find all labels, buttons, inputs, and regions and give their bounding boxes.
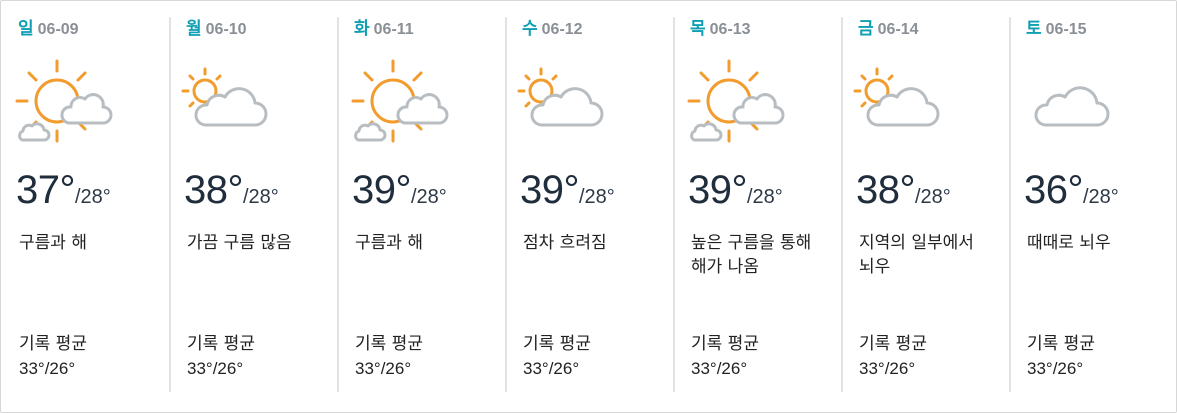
day-date: 06-15 (1045, 21, 1087, 38)
day-header: 목 06-13 (690, 17, 751, 41)
forecast-day-sat[interactable]: 토 06-15 36°/28° 때때로 뇌우 기록 평균 33°/26° (1009, 1, 1176, 412)
forecast-day-thu[interactable]: 목 06-13 39°/28° 높은 구름을 통해 해가 나옴 기록 평균 33… (673, 1, 841, 412)
day-date: 06-14 (877, 21, 919, 38)
temperature: 36°/28° (1024, 167, 1119, 213)
temperature: 38°/28° (184, 167, 279, 213)
day-date: 06-12 (541, 21, 583, 38)
record-average-label: 기록 평균 (691, 334, 759, 354)
low-temp: /28° (579, 186, 615, 208)
high-temp: 37° (16, 168, 76, 212)
day-divider (169, 17, 171, 392)
day-date: 06-10 (205, 21, 247, 38)
weather-description: 구름과 해 (355, 233, 423, 253)
temperature: 39°/28° (688, 167, 783, 213)
weather-description: 지역의 일부에서 뇌우 (859, 233, 974, 277)
day-of-week: 월 (186, 19, 202, 39)
cloud-icon (1021, 57, 1121, 151)
day-date: 06-09 (37, 21, 79, 38)
temperature: 38°/28° (856, 167, 951, 213)
record-average-label: 기록 평균 (523, 334, 591, 354)
high-temp: 36° (1024, 168, 1084, 212)
forecast-day-wed[interactable]: 수 06-12 39°/28° 점차 흐려짐 기록 평균 33°/26° (505, 1, 673, 412)
high-temp: 39° (352, 168, 412, 212)
high-temp: 38° (856, 168, 916, 212)
sun-cloud-icon (685, 57, 785, 151)
forecast-day-tue[interactable]: 화 06-11 39°/28° 구름과 해 기록 평균 33°/26° (337, 1, 505, 412)
record-average-label: 기록 평균 (187, 334, 255, 354)
forecast-day-fri[interactable]: 금 06-14 38°/28° 지역의 일부에서 뇌우 기록 평균 33°/26° (841, 1, 1009, 412)
partly-cloudy-icon (517, 57, 617, 151)
temperature: 37°/28° (16, 167, 111, 213)
record-average-value: 33°/26° (187, 359, 244, 378)
partly-cloudy-icon (853, 57, 953, 151)
low-temp: /28° (243, 186, 279, 208)
record-average-value: 33°/26° (691, 359, 748, 378)
weather-description: 구름과 해 (19, 233, 87, 253)
day-header: 토 06-15 (1026, 17, 1087, 41)
weather-description: 높은 구름을 통해 해가 나옴 (691, 233, 812, 277)
day-header: 수 06-12 (522, 17, 583, 41)
day-header: 월 06-10 (186, 17, 247, 41)
day-of-week: 수 (522, 19, 538, 39)
record-average-value: 33°/26° (1027, 359, 1084, 378)
day-header: 화 06-11 (354, 17, 414, 41)
weather-description: 점차 흐려짐 (523, 233, 607, 253)
day-date: 06-11 (373, 21, 414, 38)
sun-cloud-icon (13, 57, 113, 151)
low-temp: /28° (915, 186, 951, 208)
day-of-week: 토 (1026, 19, 1042, 39)
daily-forecast-strip: 일 06-09 37°/28° 구름과 해 기록 평균 33°/26° 월 06… (0, 0, 1177, 413)
day-divider (1009, 17, 1011, 392)
record-average-value: 33°/26° (355, 359, 412, 378)
day-date: 06-13 (709, 21, 751, 38)
record-average-value: 33°/26° (859, 359, 916, 378)
day-header: 일 06-09 (18, 17, 79, 41)
forecast-day-sun[interactable]: 일 06-09 37°/28° 구름과 해 기록 평균 33°/26° (1, 1, 169, 412)
record-average-label: 기록 평균 (859, 334, 927, 354)
day-of-week: 화 (354, 19, 370, 39)
day-of-week: 일 (18, 19, 34, 39)
record-average-label: 기록 평균 (355, 334, 423, 354)
partly-cloudy-icon (181, 57, 281, 151)
weather-description: 때때로 뇌우 (1027, 233, 1111, 253)
temperature: 39°/28° (352, 167, 447, 213)
high-temp: 39° (688, 168, 748, 212)
low-temp: /28° (747, 186, 783, 208)
record-average-value: 33°/26° (19, 359, 76, 378)
low-temp: /28° (75, 186, 111, 208)
forecast-day-mon[interactable]: 월 06-10 38°/28° 가끔 구름 많음 기록 평균 33°/26° (169, 1, 337, 412)
day-divider (337, 17, 339, 392)
day-divider (673, 17, 675, 392)
day-divider (841, 17, 843, 392)
temperature: 39°/28° (520, 167, 615, 213)
high-temp: 39° (520, 168, 580, 212)
record-average-label: 기록 평균 (19, 334, 87, 354)
low-temp: /28° (411, 186, 447, 208)
day-of-week: 목 (690, 19, 706, 39)
sun-cloud-icon (349, 57, 449, 151)
day-of-week: 금 (858, 19, 874, 39)
low-temp: /28° (1083, 186, 1119, 208)
day-divider (505, 17, 507, 392)
weather-description: 가끔 구름 많음 (187, 233, 292, 253)
day-header: 금 06-14 (858, 17, 919, 41)
high-temp: 38° (184, 168, 244, 212)
record-average-label: 기록 평균 (1027, 334, 1095, 354)
record-average-value: 33°/26° (523, 359, 580, 378)
